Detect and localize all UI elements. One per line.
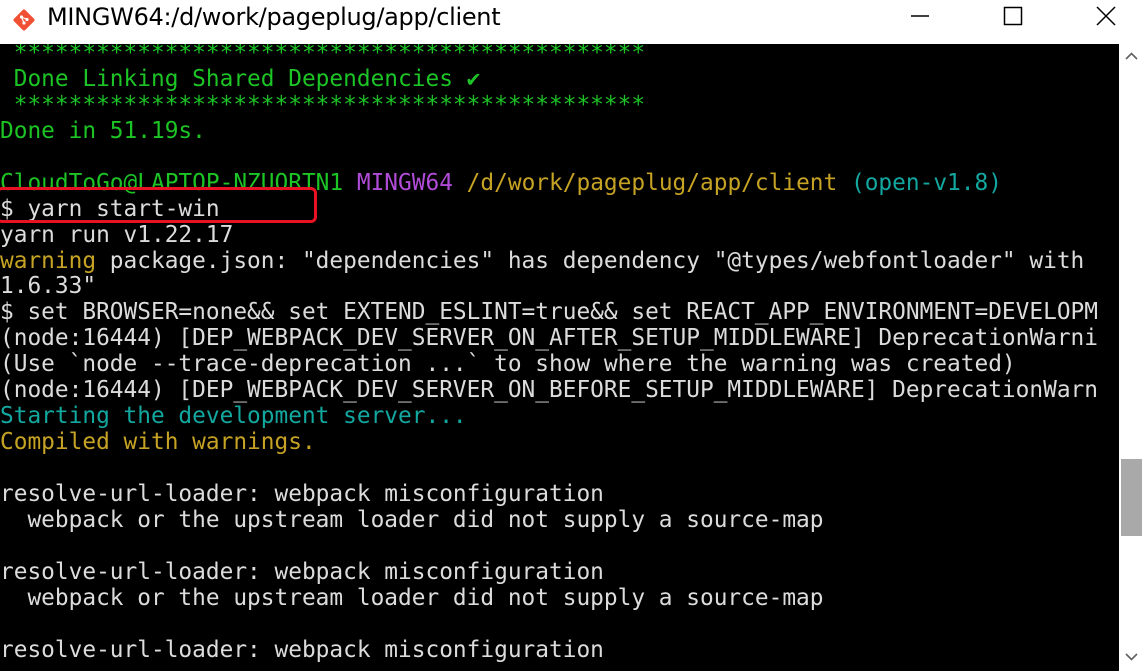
terminal-line: Done Linking Shared Dependencies ✔ [0, 65, 1098, 93]
terminal-text: resolve-url-loader: webpack misconfigura… [0, 636, 604, 663]
terminal-line: webpack or the upstream loader did not s… [0, 584, 1098, 612]
terminal-text: (Use `node --trace-deprecation ...` to s… [0, 351, 1016, 378]
terminal-text: webpack or the upstream loader did not s… [0, 584, 824, 611]
window-title: MINGW64:/d/work/pageplug/app/client [47, 3, 501, 31]
terminal-text: MINGW64 [356, 169, 453, 196]
terminal-line: Starting the development server... [0, 403, 1098, 430]
terminal-line: resolve-url-loader: webpack misconfigura… [0, 558, 1098, 586]
close-button[interactable] [1083, 0, 1129, 32]
terminal-text: package.json: "dependencies" has depende… [96, 247, 1085, 274]
terminal-text: webpack or the upstream loader did not s… [0, 506, 824, 533]
terminal-text: (open-v1.8) [850, 169, 1002, 196]
terminal-text: resolve-url-loader: webpack misconfigura… [0, 558, 604, 585]
terminal-text: (node:16444) [DEP_WEBPACK_DEV_SERVER_ON_… [0, 377, 1098, 404]
terminal-line: resolve-url-loader: webpack misconfigura… [0, 480, 1098, 508]
terminal-text: resolve-url-loader: webpack misconfigura… [0, 480, 604, 507]
terminal-text: warning [0, 247, 97, 274]
terminal-text: Done Linking Shared Dependencies ✔ [0, 65, 481, 92]
terminal-line: $ set BROWSER=none&& set EXTEND_ESLINT=t… [0, 299, 1098, 326]
terminal-line: yarn run v1.22.17 [0, 221, 1098, 249]
terminal-line: resolve-url-loader: webpack misconfigura… [0, 636, 1098, 664]
terminal-text: /d/work/pageplug/app/client [466, 169, 838, 196]
terminal-text: Starting the development server... [0, 403, 467, 430]
maximize-icon [1003, 6, 1023, 26]
vertical-scrollbar[interactable] [1119, 44, 1144, 671]
terminal-text: Done in 51.19s. [0, 117, 206, 144]
scroll-thumb[interactable] [1121, 459, 1142, 536]
scroll-up-arrow-icon[interactable] [1125, 52, 1138, 60]
terminal-line: (Use `node --trace-deprecation ...` to s… [0, 351, 1098, 378]
terminal-line: ****************************************… [0, 44, 1098, 67]
title-bar[interactable]: MINGW64:/d/work/pageplug/app/client [0, 0, 1144, 44]
maximize-button[interactable] [990, 0, 1036, 32]
terminal-text: (node:16444) [DEP_WEBPACK_DEV_SERVER_ON_… [0, 325, 1098, 352]
terminal-text: ****************************************… [0, 91, 646, 118]
terminal-text: ****************************************… [0, 44, 646, 66]
terminal-line: 1.6.33" [0, 273, 1098, 300]
terminal-text: $ set BROWSER=none&& set EXTEND_ESLINT=t… [0, 299, 1098, 326]
terminal-line: (node:16444) [DEP_WEBPACK_DEV_SERVER_ON_… [0, 377, 1098, 404]
terminal-line: (node:16444) [DEP_WEBPACK_DEV_SERVER_ON_… [0, 325, 1098, 352]
minimize-button[interactable] [897, 0, 943, 32]
terminal-line: Done in 51.19s. [0, 117, 1098, 145]
terminal-line: warning package.json: "dependencies" has… [0, 247, 1098, 275]
git-bash-icon [13, 9, 35, 31]
command-highlight-box [0, 187, 317, 223]
terminal-text: yarn run v1.22.17 [0, 221, 234, 248]
scroll-down-arrow-icon[interactable] [1125, 653, 1138, 661]
close-icon [1096, 6, 1116, 26]
terminal-line: Compiled with warnings. [0, 429, 1098, 456]
terminal-lines: ****************************************… [0, 44, 1098, 664]
minimize-icon [911, 15, 929, 17]
terminal-line: webpack or the upstream loader did not s… [0, 506, 1098, 534]
terminal-text: Compiled with warnings. [0, 429, 316, 456]
terminal-text: 1.6.33" [0, 273, 97, 300]
terminal-output[interactable]: ****************************************… [0, 44, 1119, 671]
terminal-line: ****************************************… [0, 91, 1098, 119]
